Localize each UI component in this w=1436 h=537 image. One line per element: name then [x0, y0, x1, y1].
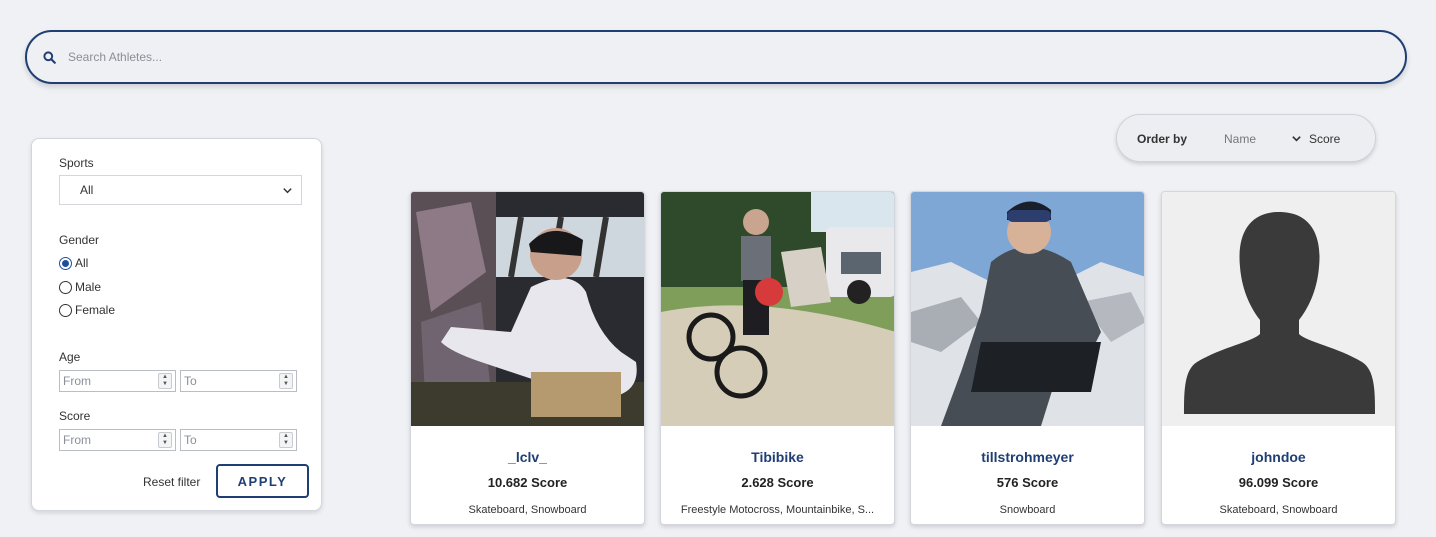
athlete-sports: Skateboard, Snowboard: [468, 504, 587, 516]
gender-radio-all[interactable]: All: [59, 256, 88, 270]
score-to-field[interactable]: ▲▼: [180, 429, 297, 451]
athlete-sports: Skateboard, Snowboard: [1219, 504, 1338, 516]
radio-unchecked-icon: [59, 303, 72, 317]
search-input[interactable]: [66, 42, 1366, 72]
athlete-score: 10.682 Score: [487, 475, 568, 490]
search-bar[interactable]: [25, 30, 1407, 84]
age-to-input[interactable]: [184, 374, 272, 388]
score-from-input[interactable]: [63, 433, 151, 447]
athlete-score: 2.628 Score: [741, 475, 814, 490]
athlete-sports: Freestyle Motocross, Mountainbike, S...: [680, 504, 875, 516]
age-from-field[interactable]: ▲▼: [59, 370, 176, 392]
apply-button[interactable]: APPLY: [216, 464, 309, 498]
radio-checked-icon: [59, 256, 72, 270]
athlete-card[interactable]: Tibibike 2.628 Score Freestyle Motocross…: [660, 191, 895, 525]
radio-unchecked-icon: [59, 280, 72, 294]
gender-option-label: All: [75, 256, 89, 270]
age-from-input[interactable]: [63, 374, 151, 388]
athlete-card[interactable]: tillstrohmeyer 576 Score Snowboard: [910, 191, 1145, 525]
gender-radio-female[interactable]: Female: [59, 303, 115, 317]
order-option-name[interactable]: Name: [1224, 132, 1256, 146]
order-by-control: Order by Name Score: [1116, 114, 1376, 162]
score-label: Score: [59, 409, 91, 423]
gender-option-label: Female: [75, 303, 116, 317]
chevron-down-icon: [1292, 136, 1301, 142]
athlete-card[interactable]: _lclv_ 10.682 Score Skateboard, Snowboar…: [410, 191, 645, 525]
spinner-icon[interactable]: ▲ ▼: [158, 432, 172, 448]
search-icon: [43, 50, 56, 64]
athlete-photo: [911, 192, 1144, 426]
filter-panel: Sports All Gender All Male Female Age ▲▼…: [31, 138, 322, 511]
athlete-score: 576 Score: [996, 475, 1059, 490]
chevron-down-icon: [283, 187, 292, 193]
athlete-photo: [411, 192, 644, 426]
order-by-label: Order by: [1137, 132, 1188, 146]
score-from-field[interactable]: ▲▼: [59, 429, 176, 451]
age-label: Age: [59, 350, 81, 364]
spinner-icon[interactable]: ▲ ▼: [279, 373, 293, 389]
avatar-placeholder-icon: [1162, 192, 1395, 426]
spinner-icon[interactable]: ▲ ▼: [279, 432, 293, 448]
order-option-score[interactable]: Score: [1309, 132, 1340, 146]
athlete-username[interactable]: tillstrohmeyer: [911, 449, 1144, 465]
sports-label: Sports: [59, 156, 94, 170]
sports-select[interactable]: All: [59, 175, 302, 205]
reset-filter-link[interactable]: Reset filter: [143, 475, 200, 489]
age-to-field[interactable]: ▲▼: [180, 370, 297, 392]
athlete-card[interactable]: johndoe 96.099 Score Skateboard, Snowboa…: [1161, 191, 1396, 525]
athlete-username[interactable]: _lclv_: [411, 449, 644, 465]
athlete-photo: [661, 192, 894, 426]
athlete-sports: Snowboard: [999, 504, 1056, 516]
athlete-username[interactable]: Tibibike: [661, 449, 894, 465]
score-to-input[interactable]: [184, 433, 272, 447]
spinner-icon[interactable]: ▲ ▼: [158, 373, 172, 389]
gender-option-label: Male: [75, 280, 102, 294]
athlete-score: 96.099 Score: [1238, 475, 1319, 490]
athlete-username[interactable]: johndoe: [1162, 449, 1395, 465]
gender-radio-male[interactable]: Male: [59, 280, 101, 294]
gender-label: Gender: [59, 233, 100, 247]
sports-selected-value: All: [80, 183, 94, 197]
